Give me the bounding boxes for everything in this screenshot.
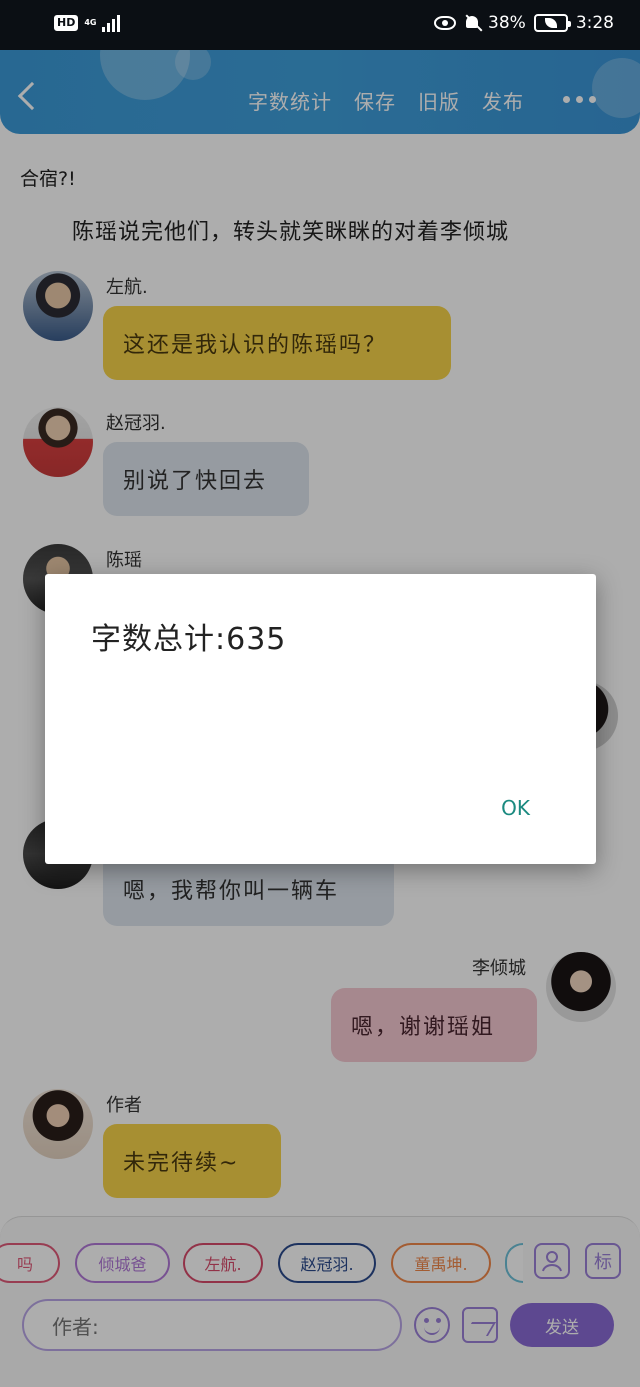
signal-icon	[102, 14, 121, 32]
status-bar: HD 4G 38% 3:28	[0, 0, 640, 50]
leaf-icon	[544, 18, 557, 28]
status-left: HD 4G	[54, 14, 121, 32]
dialog-message: 字数总计:635	[91, 622, 287, 657]
word-count-dialog: 字数总计:635 OK	[45, 574, 596, 864]
network-type: 4G	[84, 18, 97, 27]
battery-percent: 38%	[488, 13, 526, 33]
status-right: 38% 3:28	[434, 13, 614, 33]
hd-badge: HD	[54, 15, 79, 31]
battery-icon	[533, 14, 571, 32]
ok-button[interactable]: OK	[501, 796, 530, 820]
mute-bell-icon	[464, 14, 480, 32]
clock: 3:28	[575, 13, 614, 33]
eye-comfort-icon	[434, 16, 457, 30]
